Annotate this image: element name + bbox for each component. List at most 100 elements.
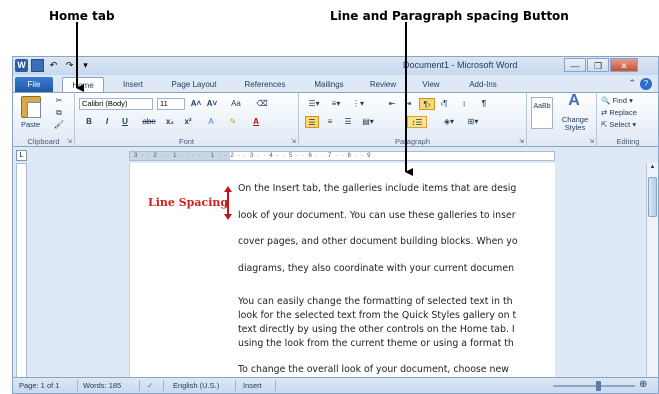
decrease-indent-icon[interactable]: ⇤ — [385, 98, 399, 110]
horizontal-ruler[interactable]: 3 · · 2 · · 1 · · · · · 1 · · 2 · · 3 · … — [129, 151, 555, 161]
redo-icon[interactable]: ↷ — [63, 59, 76, 72]
tab-selector-icon[interactable]: L — [16, 150, 27, 161]
borders-icon[interactable]: ⊞▾ — [463, 116, 483, 128]
status-divider — [235, 380, 236, 391]
font-size-select[interactable]: 11 — [157, 98, 185, 110]
zoom-slider[interactable] — [553, 385, 635, 387]
change-case-icon[interactable]: Aa — [225, 98, 247, 110]
tab-review[interactable]: Review — [363, 77, 403, 92]
ribbon-tab-bar: File Home Insert Page Layout References … — [13, 75, 658, 92]
status-bar: Page: 1 of 1 Words: 185 ✓ English (U.S.)… — [13, 377, 658, 393]
clipboard-launcher-icon[interactable]: ⇲ — [67, 138, 72, 145]
bold-button[interactable]: B — [83, 116, 95, 128]
font-launcher-icon[interactable]: ⇲ — [291, 138, 296, 145]
paste-icon[interactable] — [21, 96, 41, 118]
grow-font-icon[interactable]: A˄ — [189, 98, 203, 110]
title-bar: W ↶ ↷ ▾ Document1 - Microsoft Word — ❐ ✕ — [13, 57, 658, 75]
justify-button[interactable]: ▤▾ — [359, 116, 377, 128]
multilevel-list-icon[interactable]: ⋮▾ — [349, 98, 367, 110]
help-area: ⌃ ? — [628, 78, 652, 90]
tab-mailings[interactable]: Mailings — [305, 77, 353, 92]
rtl-direction-icon[interactable]: ‹¶ — [437, 98, 451, 110]
sort-icon[interactable]: ↕ — [457, 98, 471, 110]
font-color-button[interactable]: A — [249, 116, 263, 128]
customize-qat-icon[interactable]: ▾ — [79, 59, 92, 72]
paragraph-group-label: Paragraph — [394, 137, 431, 146]
increase-indent-icon[interactable]: ⇥ — [401, 98, 415, 110]
paste-button[interactable]: Paste — [21, 120, 40, 129]
copy-icon[interactable]: ⧉ — [53, 107, 65, 119]
word-count[interactable]: Words: 185 — [83, 381, 121, 390]
clear-formatting-icon[interactable]: ⌫ — [255, 98, 269, 110]
scroll-up-icon[interactable]: ▲ — [648, 164, 657, 174]
language-indicator[interactable]: English (U.S.) — [173, 381, 219, 390]
minimize-ribbon-icon[interactable]: ⌃ — [628, 78, 636, 90]
text-effects-icon[interactable]: A — [203, 116, 219, 128]
cut-icon[interactable]: ✂ — [53, 95, 65, 107]
subscript-button[interactable]: x₂ — [163, 116, 177, 128]
doc-line: look of your document. You can use these… — [238, 210, 516, 221]
editing-group-label: Editing — [616, 137, 640, 146]
styles-launcher-icon[interactable]: ⇲ — [589, 138, 594, 145]
highlight-color-icon[interactable]: ✎ — [225, 116, 241, 128]
align-center-button[interactable]: ≡ — [323, 116, 337, 128]
find-label: Find — [612, 96, 628, 105]
window-title: Document1 - Microsoft Word — [403, 60, 518, 70]
tab-file[interactable]: File — [15, 77, 53, 92]
doc-line: To change the overall look of your docum… — [238, 364, 509, 375]
strikethrough-button[interactable]: abe — [139, 116, 159, 128]
tab-home[interactable]: Home — [62, 77, 104, 92]
shading-icon[interactable]: ◈▾ — [439, 116, 459, 128]
font-group-label: Font — [178, 137, 194, 146]
doc-line: diagrams, they also coordinate with your… — [238, 263, 515, 274]
align-right-button[interactable]: ☰ — [341, 116, 355, 128]
tab-view[interactable]: View — [413, 77, 449, 92]
proofing-icon[interactable]: ✓ — [147, 381, 153, 390]
line-paragraph-spacing-annotation: Line and Paragraph spacing Button — [330, 9, 569, 23]
word-logo-icon[interactable]: W — [15, 59, 28, 72]
change-styles-icon[interactable]: A — [557, 93, 591, 109]
vertical-scrollbar[interactable]: ▲ — [646, 163, 658, 379]
line-spacing-annotation: Line Spacing — [148, 196, 229, 209]
styles-preview: AaBb — [533, 103, 551, 110]
paragraph-launcher-icon[interactable]: ⇲ — [519, 138, 524, 145]
undo-icon[interactable]: ↶ — [47, 59, 60, 72]
restore-button[interactable]: ❐ — [587, 58, 609, 72]
underline-button[interactable]: U — [119, 116, 131, 128]
bullets-icon[interactable]: ☰▾ — [305, 98, 323, 110]
vertical-ruler[interactable] — [16, 163, 27, 379]
line-paragraph-spacing-button[interactable]: ↕☰ — [407, 116, 427, 128]
tab-addins[interactable]: Add-Ins — [459, 77, 507, 92]
zoom-in-icon[interactable]: ⊕ — [639, 379, 647, 390]
status-divider — [275, 380, 276, 391]
help-icon[interactable]: ? — [640, 78, 652, 90]
page-count[interactable]: Page: 1 of 1 — [19, 381, 59, 390]
font-name-select[interactable]: Calibri (Body) — [79, 98, 153, 110]
home-tab-annotation: Home tab — [49, 9, 115, 23]
insert-mode-indicator[interactable]: Insert — [243, 381, 262, 390]
tab-insert[interactable]: Insert — [113, 77, 153, 92]
close-button[interactable]: ✕ — [610, 58, 638, 72]
replace-button[interactable]: ⇄ Replace — [601, 108, 637, 117]
show-marks-icon[interactable]: ¶ — [477, 98, 491, 110]
scroll-thumb[interactable] — [648, 177, 657, 217]
change-styles-button[interactable]: Change Styles — [557, 116, 593, 132]
tab-references[interactable]: References — [235, 77, 295, 92]
superscript-button[interactable]: x² — [181, 116, 195, 128]
zoom-slider-knob[interactable] — [596, 381, 601, 391]
word-window: W ↶ ↷ ▾ Document1 - Microsoft Word — ❐ ✕… — [12, 56, 659, 394]
minimize-button[interactable]: — — [564, 58, 586, 72]
select-button[interactable]: ⇱ Select ▾ — [601, 120, 636, 129]
italic-button[interactable]: I — [101, 116, 113, 128]
ribbon-home: Paste ✂ ⧉ 🖌 Clipboard ⇲ Calibri (Body) 1… — [13, 92, 658, 147]
align-left-button[interactable]: ☰ — [305, 116, 319, 128]
format-painter-icon[interactable]: 🖌 — [53, 119, 65, 131]
ltr-direction-icon[interactable]: ¶› — [419, 98, 435, 110]
quick-access-toolbar: W ↶ ↷ ▾ — [15, 59, 92, 72]
save-icon[interactable] — [31, 59, 44, 72]
tab-page-layout[interactable]: Page Layout — [163, 77, 225, 92]
find-button[interactable]: 🔍 Find ▾ — [601, 96, 633, 105]
quick-styles-gallery[interactable]: AaBb — [531, 97, 553, 129]
shrink-font-icon[interactable]: A˅ — [205, 98, 219, 110]
numbering-icon[interactable]: ≡▾ — [327, 98, 345, 110]
